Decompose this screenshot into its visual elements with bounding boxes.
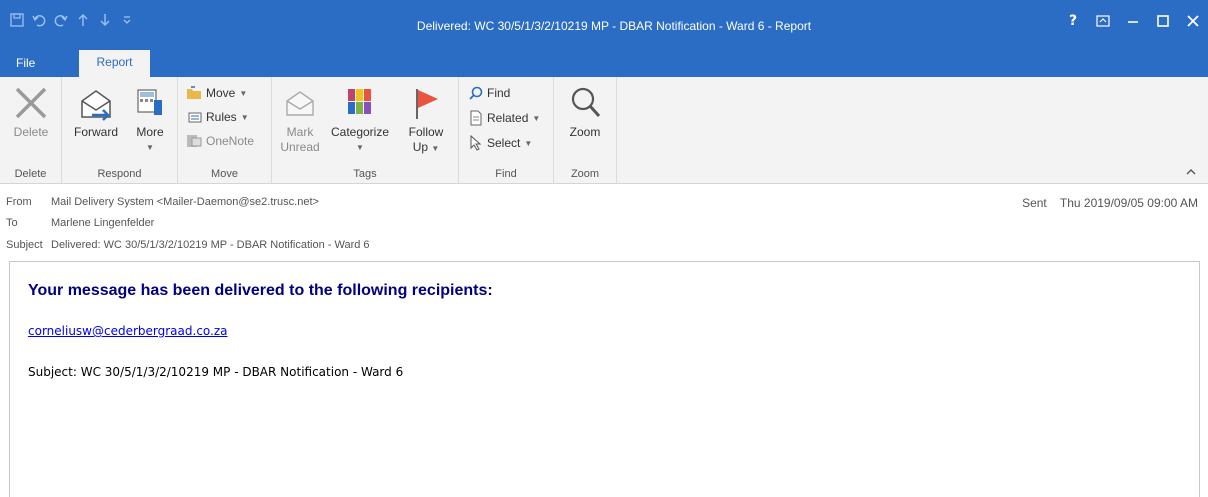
folder-move-icon [187,86,201,99]
delivery-heading: Your message has been delivered to the f… [28,282,493,299]
group-respond: Forward More ▼ Respond [62,77,178,183]
ribbon-display-icon [1096,15,1110,27]
group-label-delete: Delete [14,168,47,180]
group-label-tags: Tags [353,168,377,180]
related-dropdown-icon: ▼ [532,113,541,123]
group-find: Find Related ▼ Select ▼ Find [459,77,554,183]
sent-info: Sent Thu 2019/09/05 09:00 AM [1022,196,1198,210]
find-label: Find [487,86,511,100]
follow-up-button[interactable]: Follow Up ▼ [400,81,452,156]
move-label: Move [206,86,236,100]
maximize-button[interactable] [1148,8,1178,34]
body-subject: Subject: WC 30/5/1/3/2/10219 MP - DBAR N… [28,365,404,379]
subject-row: Subject Delivered: WC 30/5/1/3/2/10219 M… [6,239,370,257]
ribbon-display-options-button[interactable] [1088,8,1118,34]
to-row: To Marlene Lingenfelder [6,217,154,235]
help-button[interactable]: ? [1058,8,1088,34]
forward-label: Forward [73,125,118,139]
document-icon [470,110,482,126]
related-label: Related [487,111,529,125]
rules-button[interactable]: Rules ▼ [186,107,249,127]
mark-unread-button[interactable]: Mark Unread [278,81,322,155]
group-label-respond: Respond [97,168,142,180]
mark-unread-icon [286,91,314,116]
group-label-find: Find [495,168,517,180]
forward-mail-icon [81,90,111,121]
window-title: Delivered: WC 30/5/1/3/2/10219 MP - DBAR… [416,19,812,33]
mark-label-2: Unread [280,140,320,154]
sent-label: Sent [1022,196,1047,210]
group-move: Move ▼ Rules ▼ OneNote Move [178,77,272,183]
delete-icon [15,87,47,119]
group-delete: Delete Delete [0,77,62,183]
find-button[interactable]: Find [469,83,510,103]
to-value[interactable]: Marlene Lingenfelder [51,217,154,235]
select-label: Select [487,136,521,150]
group-zoom: Zoom Zoom [554,77,617,183]
tab-file[interactable]: File [16,56,35,70]
delete-button[interactable]: Delete [5,81,57,140]
ribbon-tabs [0,50,1208,77]
sent-value: Thu 2019/09/05 09:00 AM [1059,196,1198,210]
more-phone-icon [137,89,162,115]
onenote-button[interactable]: OneNote [186,131,254,151]
group-label-zoom: Zoom [570,168,600,180]
more-label: More [136,125,164,139]
window-controls: ? [1058,8,1208,34]
rules-icon [188,112,202,123]
group-label-move: Move [211,168,238,180]
from-row: From Mail Delivery System <Mailer-Daemon… [6,196,319,214]
subject-value: Delivered: WC 30/5/1/3/2/10219 MP - DBAR… [51,239,370,251]
categorize-icon [348,89,371,114]
title-bar: Delivered: WC 30/5/1/3/2/10219 MP - DBAR… [0,0,1208,50]
ribbon: Delete Delete Forward More ▼ Respond Mov… [0,77,1208,184]
zoom-icon [571,87,601,118]
more-dropdown-icon: ▼ [146,143,154,152]
message-header: From Mail Delivery System <Mailer-Daemon… [0,186,1208,258]
follow-label-2: Up [412,140,429,154]
subject-label: Subject [6,239,43,251]
from-label: From [6,196,32,208]
maximize-icon [1157,15,1169,27]
recipient-link[interactable]: corneliusw@cederbergraad.co.za [28,324,228,338]
forward-button[interactable]: Forward [68,81,124,140]
collapse-ribbon-icon[interactable] [1186,168,1196,179]
related-button[interactable]: Related ▼ [469,108,540,128]
cursor-icon [470,135,482,151]
follow-label-1: Follow [408,125,444,139]
message-body: Your message has been delivered to the f… [9,261,1200,497]
delete-label: Delete [13,125,49,139]
flag-icon [416,89,438,119]
follow-up-dropdown-icon: ▼ [431,144,440,153]
more-button[interactable]: More ▼ [128,81,172,155]
select-dropdown-icon: ▼ [524,138,533,148]
close-button[interactable] [1178,8,1208,34]
categorize-label: Categorize [330,125,390,139]
zoom-label: Zoom [569,125,601,139]
close-icon [1187,15,1199,27]
search-icon [469,86,483,100]
tab-report[interactable]: Report [79,50,150,77]
onenote-icon [187,135,202,147]
mark-label-1: Mark [286,125,314,139]
select-button[interactable]: Select ▼ [469,133,532,153]
move-button[interactable]: Move ▼ [186,83,247,103]
onenote-label: OneNote [206,134,255,148]
move-dropdown-icon: ▼ [239,88,248,98]
minimize-icon [1128,21,1138,23]
group-tags: Mark Unread Categorize ▼ Follow Up ▼ Tag… [272,77,459,183]
rules-label: Rules [206,110,237,124]
categorize-dropdown-icon: ▼ [356,143,364,152]
to-label: To [6,217,18,229]
categorize-button[interactable]: Categorize ▼ [324,81,396,155]
from-value[interactable]: Mail Delivery System <Mailer-Daemon@se2.… [51,196,319,214]
minimize-button[interactable] [1118,8,1148,34]
zoom-button[interactable]: Zoom [560,81,610,140]
rules-dropdown-icon: ▼ [240,112,249,122]
